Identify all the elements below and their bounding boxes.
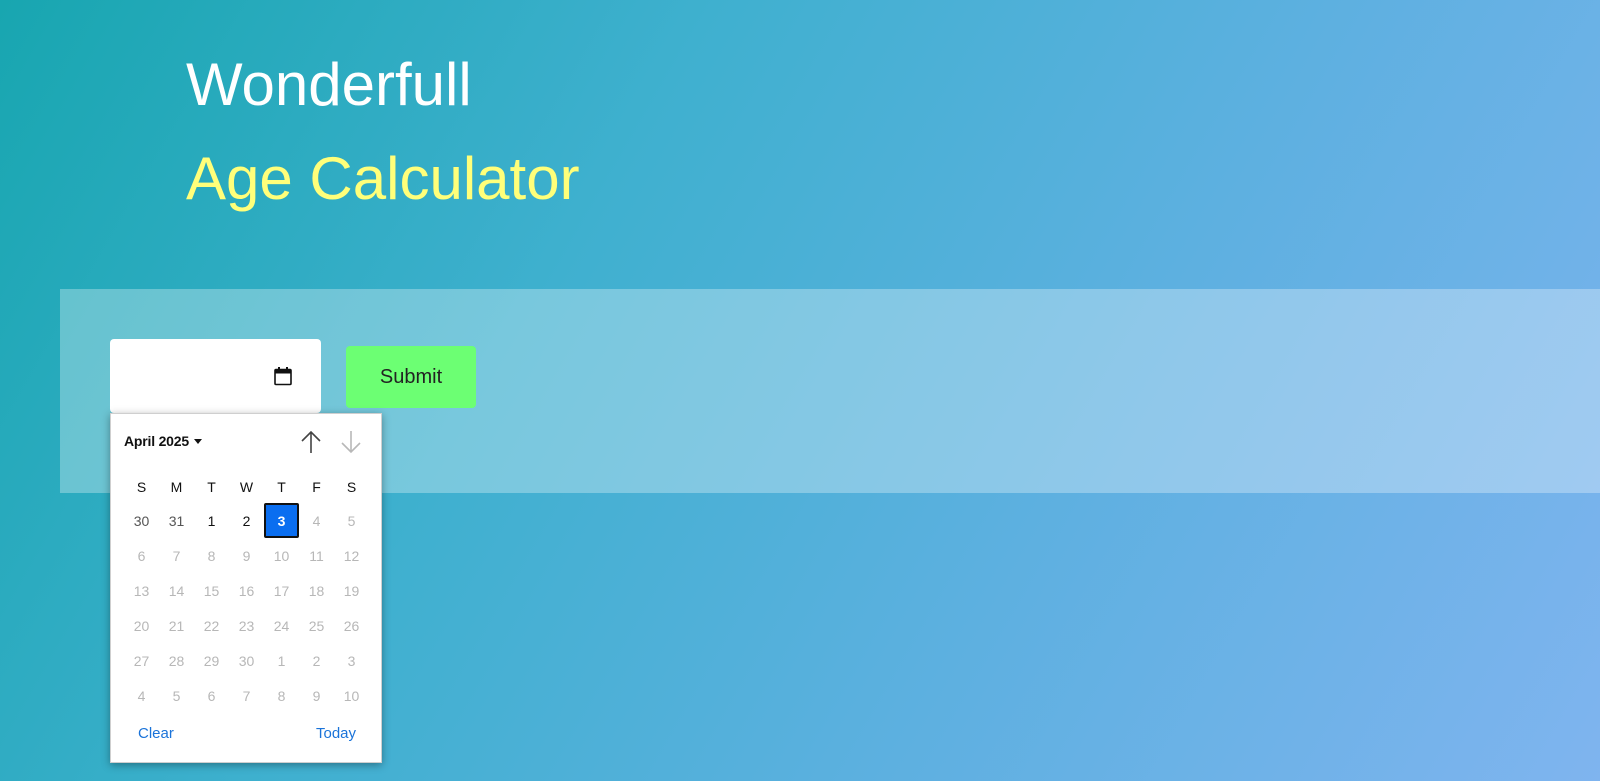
calendar-day-cell[interactable]: 29 [194, 643, 229, 678]
weekday-label: M [170, 478, 183, 495]
today-button[interactable]: Today [316, 725, 356, 742]
month-year-dropdown[interactable]: April 2025 [124, 433, 202, 449]
calendar-week-row: 27 28 29 30 1 2 3 [124, 643, 369, 678]
calendar-day-cell[interactable]: 16 [229, 573, 264, 608]
submit-button[interactable]: Submit [346, 346, 476, 408]
calendar-day-cell[interactable]: 8 [264, 678, 299, 713]
calendar-day-cell[interactable]: 28 [159, 643, 194, 678]
weekday-label: S [136, 478, 147, 495]
calendar-day-cell[interactable]: 9 [299, 678, 334, 713]
calendar-day-cell[interactable]: 2 [229, 503, 264, 538]
weekday-label: W [239, 478, 254, 495]
calendar-day-cell[interactable]: 10 [334, 678, 369, 713]
calendar-day-cell[interactable]: 24 [264, 608, 299, 643]
clear-button[interactable]: Clear [138, 725, 174, 742]
caret-down-icon [193, 439, 202, 444]
arrow-down-icon[interactable] [339, 429, 363, 455]
calendar-day-cell[interactable]: 3 [334, 643, 369, 678]
calendar-day-cell[interactable]: 18 [299, 573, 334, 608]
calendar-icon[interactable] [273, 366, 293, 386]
calendar-day-cell[interactable]: 5 [159, 678, 194, 713]
calendar-week-row: 4 5 6 7 8 9 10 [124, 678, 369, 713]
calendar-day-cell[interactable]: 14 [159, 573, 194, 608]
calendar-day-cell[interactable]: 25 [299, 608, 334, 643]
date-of-birth-input[interactable] [110, 339, 321, 413]
month-year-label: April 2025 [124, 433, 189, 449]
calendar-day-cell[interactable]: 26 [334, 608, 369, 643]
calendar-day-cell[interactable]: 13 [124, 573, 159, 608]
calendar-day-cell[interactable]: 20 [124, 608, 159, 643]
calendar-day-cell[interactable]: 1 [194, 503, 229, 538]
calendar-grid: SMTWTFS 30 31 1 2 3 4 5 6 7 8 9 10 11 12 13 14 15 16 17 18 1… [124, 470, 369, 713]
calendar-day-cell[interactable]: 8 [194, 538, 229, 573]
calendar-week-row: 20 21 22 23 24 25 26 [124, 608, 369, 643]
calendar-day-cell[interactable]: 7 [159, 538, 194, 573]
weekday-label: S [346, 478, 357, 495]
weekday-label: T [277, 478, 286, 495]
selected-day-cell[interactable]: 3 [264, 503, 299, 538]
calendar-day-cell[interactable]: 10 [264, 538, 299, 573]
calendar-day-cell[interactable]: 4 [299, 503, 334, 538]
calendar-day-cell[interactable]: 30 [229, 643, 264, 678]
calendar-day-cell[interactable]: 4 [124, 678, 159, 713]
arrow-up-icon[interactable] [299, 429, 323, 455]
weekday-header-row: SMTWTFS [124, 470, 369, 503]
weekday-label: F [312, 478, 321, 495]
page-title-line1: Wonderfull [186, 51, 472, 118]
calendar-day-cell[interactable]: 27 [124, 643, 159, 678]
calendar-day-cell[interactable]: 19 [334, 573, 369, 608]
weekday-label: T [207, 478, 216, 495]
calendar-week-row: 6 7 8 9 10 11 12 [124, 538, 369, 573]
calendar-day-cell[interactable]: 21 [159, 608, 194, 643]
calendar-day-cell[interactable]: 1 [264, 643, 299, 678]
calendar-day-cell[interactable]: 30 [124, 503, 159, 538]
calendar-day-cell[interactable]: 12 [334, 538, 369, 573]
calendar-day-cell[interactable]: 31 [159, 503, 194, 538]
calendar-day-cell[interactable]: 9 [229, 538, 264, 573]
calendar-day-cell[interactable]: 5 [334, 503, 369, 538]
calendar-day-cell[interactable]: 22 [194, 608, 229, 643]
calendar-day-cell[interactable]: 17 [264, 573, 299, 608]
calendar-week-row: 30 31 1 2 3 4 5 [124, 503, 369, 538]
datepicker-popup: April 2025 SMTWTFS 30 31 1 2 3 4 5 6 7 8 9 10 11 12 13… [110, 413, 382, 763]
calendar-day-cell[interactable]: 11 [299, 538, 334, 573]
calendar-day-cell[interactable]: 6 [124, 538, 159, 573]
calendar-day-cell[interactable]: 2 [299, 643, 334, 678]
page-title-line2: Age Calculator [186, 145, 580, 212]
calendar-day-cell[interactable]: 23 [229, 608, 264, 643]
calendar-day-cell[interactable]: 6 [194, 678, 229, 713]
calendar-day-cell[interactable]: 15 [194, 573, 229, 608]
calendar-day-cell[interactable]: 7 [229, 678, 264, 713]
calendar-week-row: 13 14 15 16 17 18 19 [124, 573, 369, 608]
